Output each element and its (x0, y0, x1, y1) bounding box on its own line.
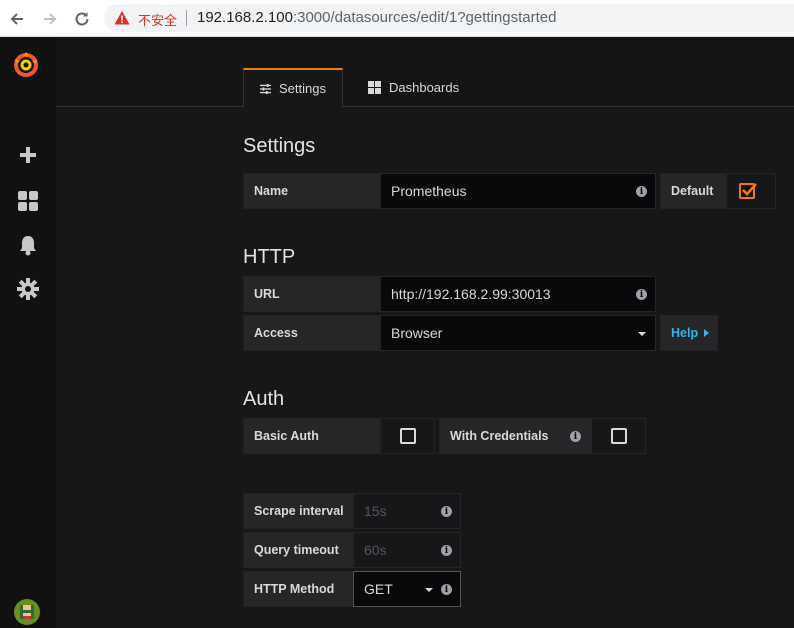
chevron-down-icon (638, 332, 646, 336)
settings-heading: Settings (243, 135, 316, 157)
with-credentials-checkbox-box[interactable] (591, 418, 646, 454)
reload-icon (75, 12, 89, 26)
main-content: Settings Dashboards Settings Name Promet… (56, 37, 794, 628)
checkbox-checked-icon[interactable] (739, 182, 757, 200)
url-value: http://192.168.2.99:30013 (391, 286, 551, 302)
basic-auth-checkbox-box[interactable] (380, 418, 435, 454)
tab-dashboards-label: Dashboards (389, 80, 460, 95)
info-icon[interactable]: i (441, 584, 452, 595)
auth-heading: Auth (243, 388, 285, 410)
http-heading: HTTP (243, 246, 296, 268)
info-icon[interactable]: i (441, 506, 452, 517)
default-checkbox-box[interactable] (726, 173, 776, 209)
insecure-label: 不安全 (138, 14, 178, 29)
with-credentials-label: With Credentials (450, 429, 549, 443)
bell-icon[interactable] (14, 231, 42, 259)
warning-icon (114, 11, 130, 25)
address-divider (186, 10, 187, 26)
sidebar (0, 37, 56, 628)
reload-button[interactable] (71, 8, 93, 30)
help-label: Help (671, 326, 699, 340)
info-icon[interactable]: i (636, 186, 647, 197)
url-path: :3000/datasources/edit/1?gettingstarted (292, 9, 557, 26)
tab-dashboards[interactable]: Dashboards (352, 68, 475, 107)
http-method-select[interactable]: GET i (353, 571, 461, 607)
page-tabs: Settings Dashboards (56, 37, 794, 108)
query-timeout-label: Query timeout (243, 532, 353, 568)
url-label: URL (243, 276, 380, 312)
avatar[interactable] (13, 598, 41, 626)
url-host: 192.168.2.100 (197, 9, 293, 26)
info-icon[interactable]: i (441, 545, 452, 556)
info-icon[interactable]: i (570, 431, 581, 442)
scrape-interval-placeholder: 15s (364, 503, 387, 519)
url-text: 192.168.2.100:3000/datasources/edit/1?ge… (197, 9, 556, 26)
address-bar[interactable]: 不安全 192.168.2.100:3000/datasources/edit/… (104, 4, 794, 32)
default-label: Default (660, 173, 726, 209)
caret-right-icon (704, 329, 710, 337)
tab-settings-label: Settings (279, 81, 326, 96)
arrow-right-icon (44, 13, 57, 25)
browser-toolbar: 不安全 192.168.2.100:3000/datasources/edit/… (0, 0, 794, 37)
query-timeout-placeholder: 60s (364, 542, 387, 558)
dashboards-tab-icon (368, 81, 381, 94)
name-input[interactable]: Prometheus i (380, 173, 656, 209)
sliders-icon (260, 83, 272, 94)
chevron-down-icon (425, 588, 433, 592)
dashboards-icon[interactable] (14, 187, 42, 215)
name-label: Name (243, 173, 380, 209)
help-button[interactable]: Help (660, 315, 718, 351)
info-icon[interactable]: i (636, 289, 647, 300)
back-button[interactable] (6, 8, 28, 30)
basic-auth-checkbox[interactable] (400, 428, 416, 444)
gear-icon[interactable] (14, 275, 42, 303)
scrape-interval-label: Scrape interval (243, 493, 353, 529)
with-credentials-checkbox[interactable] (611, 428, 627, 444)
access-value: Browser (391, 325, 443, 341)
plus-icon[interactable] (14, 141, 42, 169)
grafana-logo-icon[interactable] (10, 48, 42, 80)
tab-settings[interactable]: Settings (243, 68, 343, 108)
access-label: Access (243, 315, 380, 351)
query-timeout-input[interactable]: 60s i (353, 532, 461, 568)
http-method-value: GET (364, 581, 393, 597)
arrow-left-icon (10, 13, 23, 25)
access-select[interactable]: Browser (380, 315, 656, 351)
name-value: Prometheus (391, 183, 467, 199)
forward-button[interactable] (39, 8, 61, 30)
url-input[interactable]: http://192.168.2.99:30013 i (380, 276, 656, 312)
basic-auth-label: Basic Auth (243, 418, 380, 454)
http-method-label: HTTP Method (243, 571, 353, 607)
scrape-interval-input[interactable]: 15s i (353, 493, 461, 529)
with-credentials-label-box: With Credentials i (439, 418, 591, 454)
